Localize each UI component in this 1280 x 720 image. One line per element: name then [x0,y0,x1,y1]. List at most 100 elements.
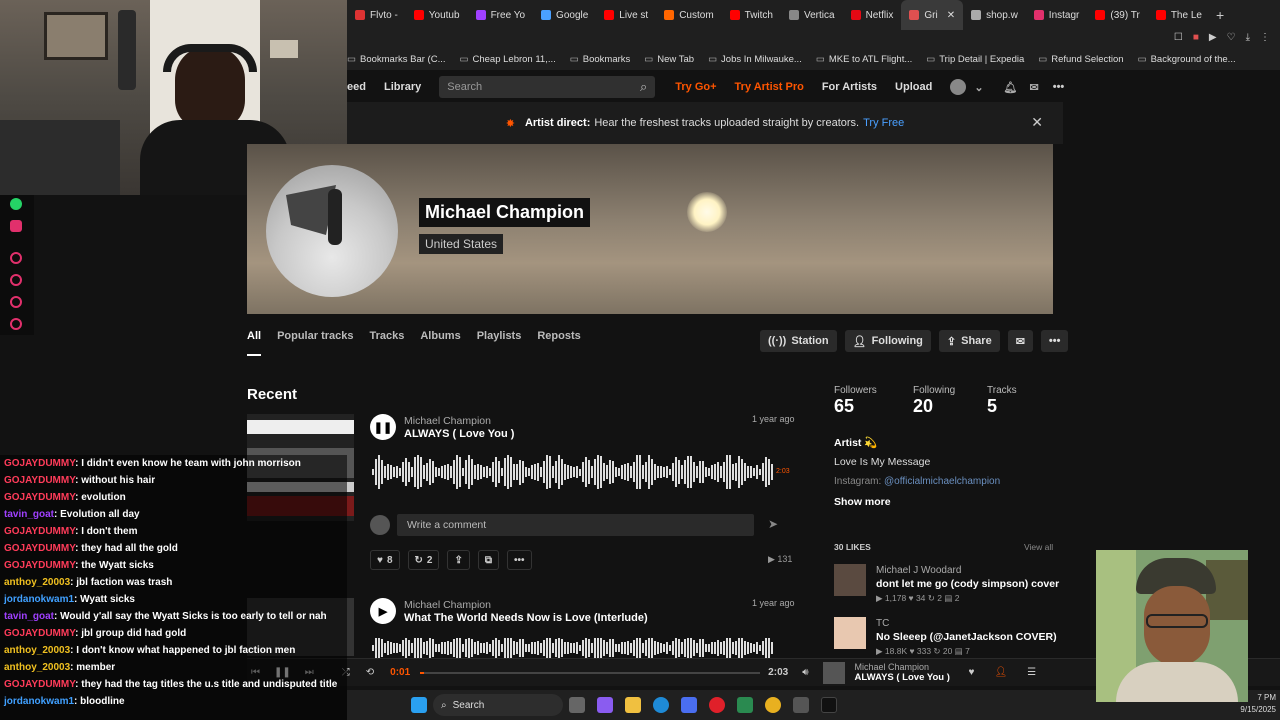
follow-user-icon[interactable]: 👤︎ [994,667,1007,678]
search-input[interactable]: Search ⌕ [439,76,656,98]
settings-icon[interactable] [10,318,22,330]
edge-icon[interactable] [653,697,669,713]
bookmark-icon[interactable]: ☐ [1174,32,1183,43]
chevron-down-icon[interactable]: ⌄ [974,81,983,94]
user-avatar[interactable] [950,79,967,95]
try-go-link[interactable]: Try Go+ [675,81,716,93]
following-stat[interactable]: Following 20 [913,385,955,417]
banner-try-free-link[interactable]: Try Free [863,117,904,129]
extension-icon[interactable]: ■ [1193,32,1199,43]
download-icon[interactable]: ⤓ [1246,32,1250,43]
chat-username[interactable]: GOJAYDUMMY [4,492,75,503]
play-button[interactable]: ▶ [370,598,396,624]
for-artists-link[interactable]: For Artists [822,81,877,93]
bell-icon[interactable]: 🔔︎ [1004,81,1018,94]
opera-icon[interactable] [709,697,725,713]
bookmark-item[interactable]: ▭ Trip Detail | Expedia [926,54,1024,65]
profile-tab[interactable]: Playlists [477,330,522,356]
chat-username[interactable]: GOJAYDUMMY [4,475,75,486]
track-waveform-2[interactable] [372,638,774,658]
clock-icon[interactable] [10,274,22,286]
bookmark-item[interactable]: ▭ Refund Selection [1038,54,1123,65]
chat-username[interactable]: anthoy_20003 [4,662,70,673]
browser-tab[interactable]: Youtub [406,0,468,30]
bookmark-item[interactable]: ▭ Jobs In Milwauke... [708,54,802,65]
now-playing-title[interactable]: ALWAYS ( Love You ) [855,672,965,683]
volume-icon[interactable]: 🔊︎ [802,667,808,678]
track-title-2[interactable]: What The World Needs Now is Love (Interl… [404,612,648,624]
upload-link[interactable]: Upload [895,81,932,93]
taskbar-search[interactable]: ⌕ Search [433,694,563,716]
browser-tab[interactable]: Flvto - [347,0,406,30]
comment-input[interactable]: Write a comment [397,514,754,536]
chat-username[interactable]: GOJAYDUMMY [4,679,75,690]
message-button[interactable]: ✉ [1007,330,1033,352]
track-artist-2[interactable]: Michael Champion [404,599,491,611]
profile-tab[interactable]: Reposts [537,330,580,356]
browser-tab[interactable]: Instagr [1026,0,1088,30]
browser-tab[interactable]: Custom [656,0,721,30]
progress-track[interactable] [420,671,761,674]
like-item-title[interactable]: dont let me go (cody simpson) cover [876,578,1059,590]
chat-username[interactable]: GOJAYDUMMY [4,526,75,537]
close-tab-icon[interactable]: ✕ [947,10,955,21]
pause-button[interactable]: ❚❚ [370,414,396,440]
chat-username[interactable]: anthoy_20003 [4,577,70,588]
new-tab-icon[interactable]: + [1216,7,1224,23]
share-button[interactable]: ⇪ Share [938,330,1000,352]
chat-username[interactable]: GOJAYDUMMY [4,628,75,639]
search-icon[interactable]: ⌕ [640,79,647,95]
profile-tab[interactable]: Albums [420,330,460,356]
track-artist[interactable]: Michael Champion [404,415,491,427]
browser-tab[interactable]: Google [533,0,596,30]
try-artist-pro-link[interactable]: Try Artist Pro [735,81,804,93]
browser-tab[interactable]: Live st [596,0,656,30]
more-icon[interactable]: ••• [1053,81,1065,93]
following-button[interactable]: 👤︎ Following [844,330,931,352]
bookmark-item[interactable]: ▭ MKE to ATL Flight... [816,54,912,65]
copy-link-button[interactable]: ⧉ [477,550,499,570]
browser-tab[interactable]: Vertica [781,0,843,30]
mail-icon[interactable]: ✉ [1030,81,1039,94]
like-item-title[interactable]: No Sleeep (@JanetJackson COVER) [876,631,1057,643]
now-playing-artist[interactable]: Michael Champion [855,662,965,672]
menu-icon[interactable]: ⋮ [1260,32,1270,43]
now-playing-artwork[interactable] [822,661,845,684]
bookmark-item[interactable]: ▭ New Tab [644,54,694,65]
copilot-icon[interactable] [597,697,613,713]
bookmark-item[interactable]: ▭ Cheap Lebron 11,... [460,54,556,65]
view-all-likes-link[interactable]: View all [1024,542,1053,552]
browser-tab[interactable]: Free Yo [468,0,533,30]
profile-tab[interactable]: All [247,330,262,356]
send-icon[interactable]: ➤ [768,517,778,531]
browser-tab[interactable]: Gri ✕ [901,0,964,30]
more-button[interactable]: ••• [1040,330,1069,352]
nav-feed[interactable]: eed [347,81,366,93]
bookmark-item[interactable]: ▭ Background of the... [1138,54,1236,65]
browser-tab[interactable]: (39) Tr [1087,0,1147,30]
bookmark-item[interactable]: ▭ Bookmarks [570,54,631,65]
store-icon[interactable] [681,697,697,713]
bookmark-item[interactable]: ▭ Bookmarks Bar (C... [347,54,446,65]
track-waveform[interactable] [372,454,774,490]
track-title[interactable]: ALWAYS ( Love You ) [404,428,514,440]
chat-username[interactable]: jordanokwam1 [4,594,74,605]
browser-tab[interactable]: shop.w [963,0,1026,30]
share-track-button[interactable]: ⇪ [447,550,470,570]
tiktok-icon[interactable] [821,697,837,713]
like-item-user[interactable]: Michael J Woodard [876,565,961,576]
profile-tab[interactable]: Popular tracks [277,330,353,356]
repost-button[interactable]: ↻ 2 [407,550,440,570]
instagram-icon[interactable] [10,220,22,232]
track-more-button[interactable]: ••• [506,550,532,570]
play-circle-icon[interactable] [10,252,22,264]
chat-username[interactable]: anthoy_20003 [4,645,70,656]
bio-instagram-link[interactable]: @officialmichaelchampion [884,476,1000,487]
station-button[interactable]: ((·)) Station [760,330,837,352]
chat-username[interactable]: tavin_goat [4,509,54,520]
play-icon[interactable]: ▶ [1209,32,1217,43]
chat-username[interactable]: tavin_goat [4,611,54,622]
chat-bubble-icon[interactable] [10,296,22,308]
show-more-link[interactable]: Show more [834,496,891,508]
file-explorer-icon[interactable] [625,697,641,713]
